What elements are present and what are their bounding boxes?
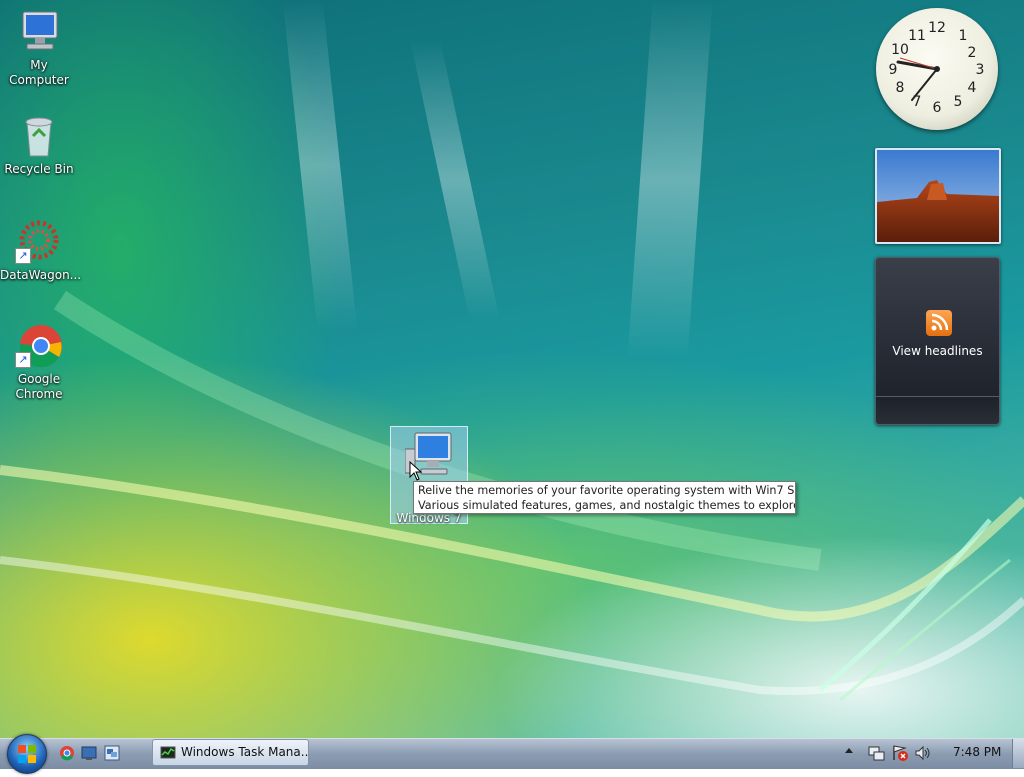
desktop-icon-label: Recycle Bin xyxy=(4,162,74,176)
chrome-icon: ↗ xyxy=(15,322,63,370)
wallpaper-swoosh xyxy=(0,290,1024,702)
chrome-icon xyxy=(60,746,74,761)
feed-footer xyxy=(876,396,999,397)
feed-headlines-gadget[interactable]: View headlines xyxy=(875,257,1000,425)
shortcut-arrow-icon: ↗ xyxy=(15,352,31,368)
desktop-icon-label: DataWagon... xyxy=(0,268,82,282)
taskbar-button-task-manager[interactable]: Windows Task Mana... xyxy=(152,739,309,766)
start-orb-icon xyxy=(18,745,36,763)
landscape-photo xyxy=(877,150,999,242)
switch-windows-icon xyxy=(104,745,120,761)
desktop-icon-label-line2: Chrome xyxy=(15,387,63,401)
desktop-icon-label: My Computer xyxy=(9,58,69,87)
desktop-icon-label-line1: Google xyxy=(17,372,61,386)
taskbar-clock[interactable]: 7:48 PM xyxy=(953,745,1001,759)
network-icon[interactable] xyxy=(867,744,885,766)
quick-launch-chrome[interactable] xyxy=(59,745,75,761)
action-center-icon[interactable] xyxy=(891,744,909,766)
view-headlines-link[interactable]: View headlines xyxy=(876,344,999,358)
desktop-icon-recycle-bin[interactable]: Recycle Bin xyxy=(0,112,78,177)
shortcut-arrow-icon: ↗ xyxy=(15,248,31,264)
icon-tooltip: Relive the memories of your favorite ope… xyxy=(413,481,796,514)
mouse-cursor-icon xyxy=(409,461,423,481)
show-desktop-icon xyxy=(81,746,97,760)
desktop-wallpaper xyxy=(0,0,1024,738)
start-button[interactable] xyxy=(7,734,47,774)
desktop-icon-my-computer[interactable]: My Computer xyxy=(0,8,78,88)
quick-launch-show-desktop[interactable] xyxy=(81,745,97,761)
quick-launch-switch-windows[interactable] xyxy=(104,745,120,761)
recycle-bin-icon xyxy=(15,112,63,160)
rss-icon xyxy=(926,310,952,336)
slideshow-gadget[interactable] xyxy=(875,148,1001,244)
show-desktop-strip[interactable] xyxy=(1012,739,1024,768)
show-hidden-icons-icon[interactable] xyxy=(845,748,853,753)
clock-hands xyxy=(896,57,940,101)
datawagon-icon: ↗ xyxy=(15,218,63,266)
clock-gadget[interactable]: 12 1 2 3 4 5 6 7 8 9 10 11 xyxy=(876,8,998,130)
volume-icon[interactable] xyxy=(914,744,932,766)
task-manager-icon xyxy=(160,746,176,759)
tooltip-line-2: Various simulated features, games, and n… xyxy=(418,499,796,512)
desktop-icon-datawagon[interactable]: ↗ DataWagon... xyxy=(0,218,82,283)
desktop-icon-google-chrome[interactable]: ↗ Google Chrome xyxy=(0,322,78,402)
computer-icon xyxy=(15,8,63,56)
tooltip-line-1: Relive the memories of your favorite ope… xyxy=(418,484,796,497)
taskbar-button-label: Windows Task Mana... xyxy=(181,745,309,759)
